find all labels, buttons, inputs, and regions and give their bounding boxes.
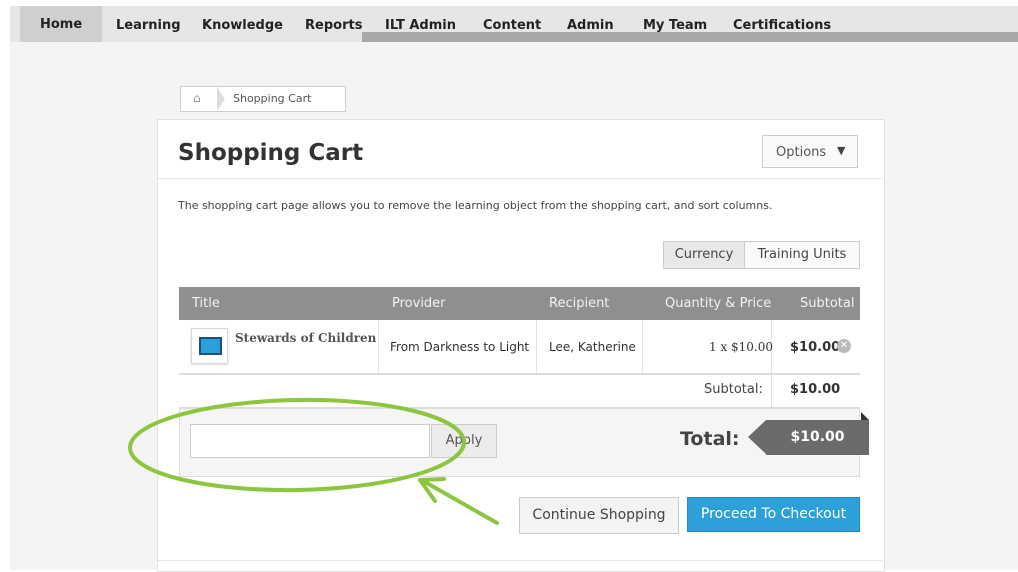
table-header: Title Provider Recipient Quantity & Pric…: [179, 287, 860, 320]
training-units-toggle[interactable]: Training Units: [744, 241, 860, 269]
currency-toggle[interactable]: Currency: [663, 241, 745, 269]
row-subtotal-cell: $10.00: [790, 340, 841, 355]
home-icon[interactable]: ⌂: [193, 91, 201, 105]
options-label: Options: [776, 145, 827, 160]
panel-bottom-divider: [158, 560, 882, 561]
course-thumbnail[interactable]: [191, 328, 228, 364]
apply-coupon-button[interactable]: Apply: [431, 424, 497, 458]
proceed-to-checkout-button[interactable]: Proceed To Checkout: [687, 497, 860, 532]
breadcrumb-separator: [217, 87, 225, 111]
nav-reports[interactable]: Reports: [305, 18, 362, 33]
column-header-provider[interactable]: Provider: [392, 296, 446, 311]
nav-learning[interactable]: Learning: [116, 18, 181, 33]
nav-home[interactable]: Home: [20, 6, 103, 42]
total-tag-fold: [861, 412, 869, 420]
total-label: Total:: [680, 428, 740, 450]
nav-certifications[interactable]: Certifications: [733, 18, 831, 33]
column-header-quantity-price[interactable]: Quantity & Price: [665, 296, 771, 311]
column-divider: [378, 320, 379, 373]
column-header-subtotal[interactable]: Subtotal: [800, 296, 854, 311]
nav-my-team[interactable]: My Team: [643, 18, 707, 33]
coupon-code-input[interactable]: [190, 424, 430, 458]
nav-knowledge[interactable]: Knowledge: [202, 18, 283, 33]
options-button[interactable]: Options ▼: [762, 135, 858, 168]
header-divider: [158, 178, 882, 179]
nav-admin[interactable]: Admin: [567, 18, 614, 33]
column-header-title[interactable]: Title: [192, 296, 220, 311]
total-value: $10.00: [766, 420, 869, 455]
column-divider: [642, 320, 643, 373]
caret-down-icon: ▼: [837, 144, 846, 157]
page-title: Shopping Cart: [178, 140, 364, 166]
remove-item-icon[interactable]: ✕: [837, 339, 851, 353]
nav-ilt-admin[interactable]: ILT Admin: [385, 18, 456, 33]
provider-cell: From Darkness to Light: [390, 340, 530, 354]
total-tag-arrow: [748, 420, 766, 454]
nav-content[interactable]: Content: [483, 18, 541, 33]
breadcrumb-current: Shopping Cart: [233, 92, 312, 105]
subtotal-label: Subtotal:: [704, 382, 763, 397]
page-description: The shopping cart page allows you to rem…: [178, 199, 773, 212]
continue-shopping-button[interactable]: Continue Shopping: [519, 497, 679, 534]
recipient-cell: Lee, Katherine: [549, 340, 636, 354]
column-header-recipient[interactable]: Recipient: [549, 296, 609, 311]
subtotal-value: $10.00: [790, 382, 841, 397]
monitor-icon: [199, 337, 222, 355]
column-divider: [771, 375, 772, 407]
course-title-link[interactable]: Stewards of Children: [235, 331, 376, 345]
breadcrumb: ⌂ Shopping Cart: [180, 86, 346, 112]
quantity-price-cell: 1 x $10.00: [709, 340, 774, 354]
column-divider: [536, 320, 537, 373]
